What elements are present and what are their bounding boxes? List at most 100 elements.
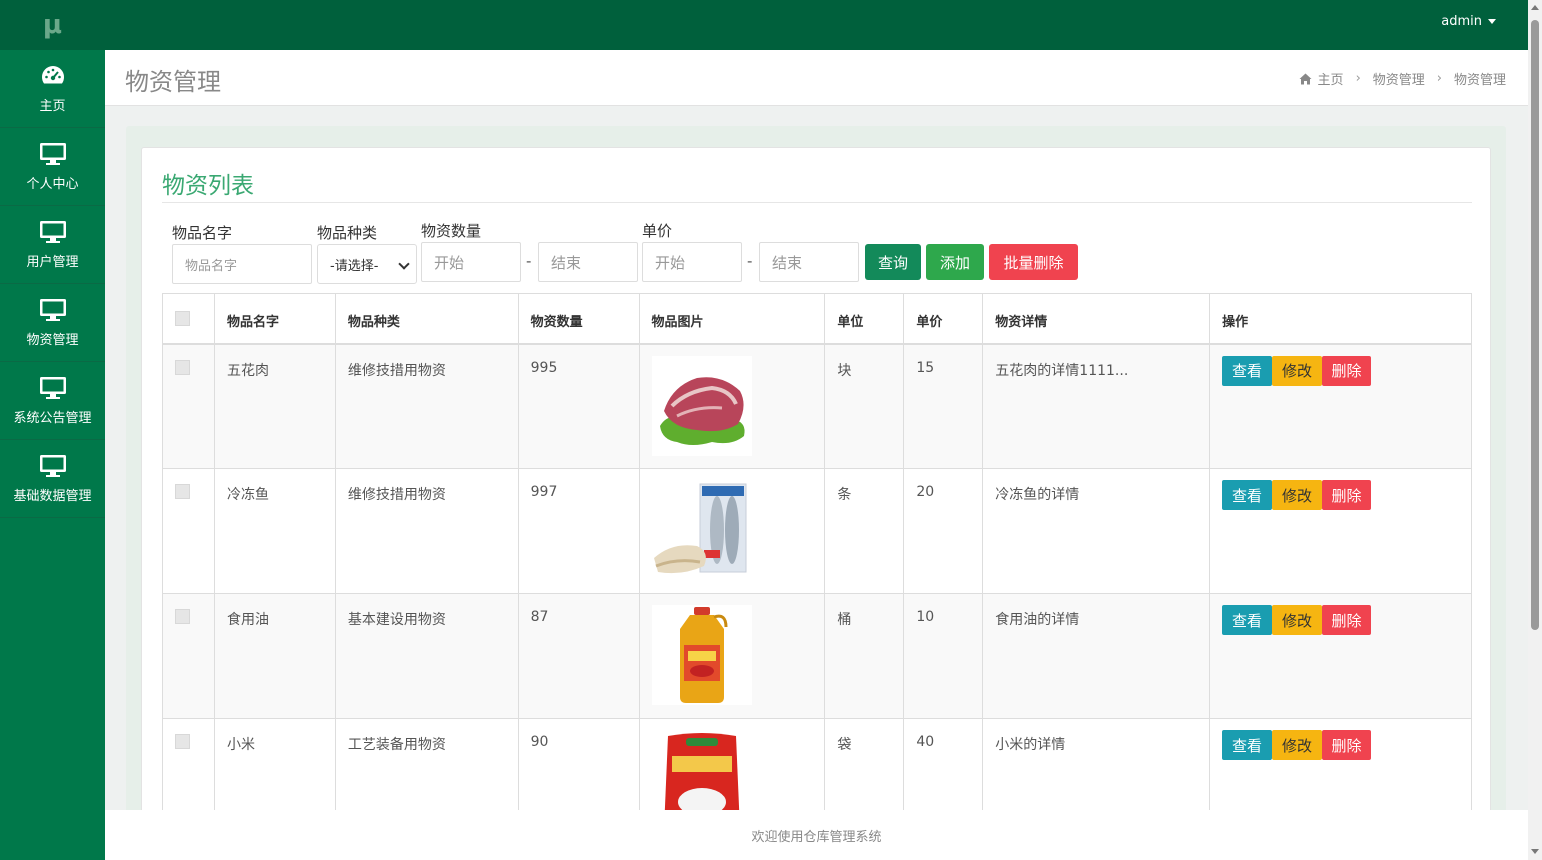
cell-image (638, 468, 826, 594)
divider (162, 202, 1472, 203)
column-header[interactable]: 单位 (824, 293, 905, 345)
table-header-row: 物品名字 物品种类 物资数量 物品图片 单位 单价 物资详情 操作 (162, 293, 1472, 345)
quantity-end-input[interactable]: 结束 (538, 242, 638, 282)
view-button[interactable]: 查看 (1222, 730, 1273, 760)
sidebar-item-users[interactable]: 用户管理 (0, 206, 105, 284)
batch-delete-button[interactable]: 批量删除 (989, 244, 1078, 280)
column-header[interactable]: 物品名字 (213, 293, 336, 345)
breadcrumb-item[interactable]: 物资管理 (1373, 69, 1425, 88)
row-select-cell (162, 468, 215, 594)
page-scrollbar[interactable] (1528, 0, 1542, 860)
monitor-icon (39, 375, 67, 401)
breadcrumb-separator-icon: › (1436, 71, 1442, 86)
dashboard-icon (39, 63, 67, 89)
app-logo[interactable]: μ (0, 0, 105, 50)
user-name: admin (1441, 14, 1482, 29)
edit-button[interactable]: 修改 (1272, 730, 1323, 760)
delete-button[interactable]: 删除 (1322, 355, 1372, 386)
column-header: 操作 (1209, 293, 1472, 345)
user-menu[interactable]: admin (1441, 14, 1496, 29)
column-header[interactable]: 物品种类 (334, 293, 519, 345)
page-header: 物资管理 主页 › 物资管理 › 物资管理 (105, 50, 1528, 106)
edit-button[interactable]: 修改 (1272, 605, 1323, 635)
cell-image (638, 343, 826, 469)
edit-button[interactable]: 修改 (1272, 480, 1323, 510)
monitor-icon (39, 141, 67, 167)
chevron-down-icon (398, 258, 410, 270)
sidebar-item-materials[interactable]: 物资管理 (0, 284, 105, 362)
cooking-oil-image[interactable] (651, 605, 752, 705)
sidebar-item-announcements[interactable]: 系统公告管理 (0, 362, 105, 440)
footer: 欢迎使用仓库管理系统 (105, 810, 1528, 860)
row-select-cell (162, 343, 215, 469)
page-title: 物资管理 (125, 68, 221, 96)
panel-title: 物资列表 (162, 173, 254, 199)
scroll-up-icon[interactable] (1531, 5, 1539, 10)
view-button[interactable]: 查看 (1222, 480, 1273, 510)
row-checkbox[interactable] (175, 609, 190, 624)
sidebar-item-home[interactable]: 主页 (0, 50, 105, 128)
price-end-input[interactable]: 结束 (759, 242, 859, 282)
edit-button[interactable]: 修改 (1272, 355, 1323, 386)
pork-belly-image[interactable] (651, 355, 752, 456)
row-select-cell (162, 593, 215, 719)
materials-table: 物品名字 物品种类 物资数量 物品图片 单位 单价 物资详情 操作 五花肉 维修… (162, 293, 1472, 844)
delete-button[interactable]: 删除 (1322, 480, 1372, 510)
sidebar-item-label: 系统公告管理 (13, 411, 92, 426)
query-button[interactable]: 查询 (865, 244, 921, 280)
type-filter-select[interactable]: -请选择- (317, 244, 417, 284)
frozen-fish-image[interactable] (651, 480, 752, 580)
name-filter-input[interactable]: 物品名字 (172, 244, 312, 284)
quantity-filter-label: 物资数量 (421, 222, 482, 240)
column-header: 物品图片 (638, 293, 826, 345)
price-start-input[interactable]: 开始 (642, 242, 742, 282)
cell-actions: 查看 修改 删除 (1209, 343, 1472, 469)
top-navbar: admin (105, 0, 1528, 50)
column-header: 物资详情 (982, 293, 1211, 345)
home-icon (1299, 73, 1312, 84)
cell-price: 15 (903, 343, 984, 469)
cell-type: 基本建设用物资 (334, 593, 519, 719)
monitor-icon (39, 219, 67, 245)
cell-type: 维修技措用物资 (334, 343, 519, 469)
add-button[interactable]: 添加 (926, 244, 984, 280)
sidebar-item-label: 个人中心 (26, 177, 79, 192)
sidebar-item-basic-data[interactable]: 基础数据管理 (0, 440, 105, 518)
cell-quantity: 87 (517, 593, 640, 719)
row-checkbox[interactable] (175, 734, 190, 749)
cell-type: 维修技措用物资 (334, 468, 519, 594)
scrollbar-thumb[interactable] (1531, 20, 1539, 630)
table-row: 五花肉 维修技措用物资 995 块 15 五花肉的详情1111... 查看 修改… (162, 343, 1472, 469)
cell-actions: 查看 修改 删除 (1209, 468, 1472, 594)
price-filter-label: 单价 (642, 222, 673, 240)
scroll-down-icon[interactable] (1531, 849, 1539, 854)
view-button[interactable]: 查看 (1222, 605, 1273, 635)
cell-name: 冷冻鱼 (213, 468, 336, 594)
type-filter-value: -请选择- (330, 258, 379, 274)
breadcrumb: 主页 › 物资管理 › 物资管理 (1299, 69, 1506, 88)
table-row: 冷冻鱼 维修技措用物资 997 条 20 冷冻鱼的详情 查看 修改 删除 (162, 468, 1472, 594)
delete-button[interactable]: 删除 (1322, 730, 1372, 760)
view-button[interactable]: 查看 (1222, 355, 1273, 386)
select-all-checkbox[interactable] (175, 311, 190, 326)
row-checkbox[interactable] (175, 359, 190, 375)
table-row: 食用油 基本建设用物资 87 桶 10 食用油的详情 查看 修改 删除 (162, 593, 1472, 719)
cell-image (638, 593, 826, 719)
column-header[interactable]: 物资数量 (517, 293, 640, 345)
breadcrumb-home[interactable]: 主页 (1318, 69, 1344, 88)
quantity-start-input[interactable]: 开始 (421, 242, 521, 282)
column-header[interactable]: 单价 (903, 293, 984, 345)
monitor-icon (39, 297, 67, 323)
cell-price: 20 (903, 468, 984, 594)
row-checkbox[interactable] (175, 484, 190, 499)
cell-quantity: 995 (517, 343, 640, 469)
footer-text: 欢迎使用仓库管理系统 (751, 829, 882, 845)
breadcrumb-current: 物资管理 (1453, 73, 1506, 88)
cell-detail: 冷冻鱼的详情 (982, 468, 1211, 594)
delete-button[interactable]: 删除 (1322, 605, 1372, 635)
sidebar-item-profile[interactable]: 个人中心 (0, 128, 105, 206)
sidebar-item-label: 主页 (39, 99, 66, 114)
cell-unit: 桶 (824, 593, 905, 719)
range-separator: - (747, 252, 753, 270)
cell-price: 10 (903, 593, 984, 719)
